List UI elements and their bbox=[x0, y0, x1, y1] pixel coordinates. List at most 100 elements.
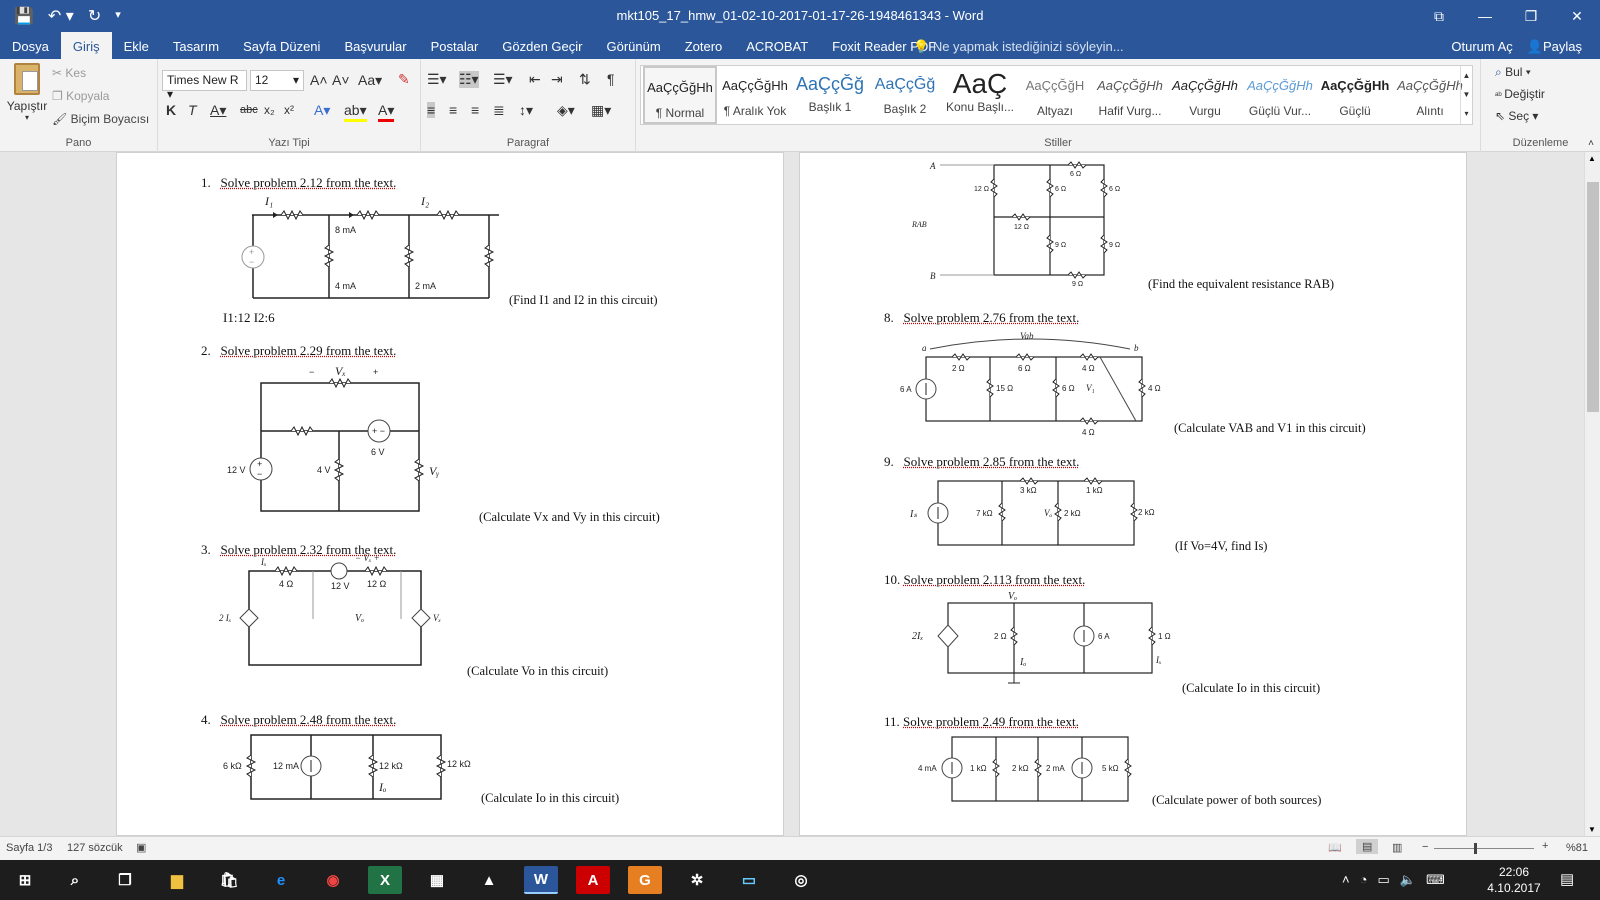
text-effects-icon[interactable]: A▾ bbox=[314, 102, 330, 119]
style-title[interactable]: AaÇ Konu Başlı... bbox=[943, 66, 1017, 124]
minimize-button[interactable]: — bbox=[1462, 0, 1508, 32]
zoom-in-button[interactable]: + bbox=[1542, 840, 1548, 852]
decrease-indent-icon[interactable]: ⇤ bbox=[529, 71, 541, 88]
grow-font-icon[interactable]: A˄ bbox=[310, 72, 328, 88]
align-right-icon[interactable]: ≡ bbox=[471, 102, 479, 118]
word-count[interactable]: 127 sözcük bbox=[67, 842, 123, 854]
style-strong[interactable]: AaÇçĞğHh Güçlü bbox=[1318, 66, 1392, 124]
tab-giris[interactable]: Giriş bbox=[60, 32, 112, 59]
tab-zotero[interactable]: Zotero bbox=[673, 32, 735, 59]
highlight-icon[interactable]: ab▾ bbox=[344, 102, 367, 122]
style-no-spacing[interactable]: AaÇçĞğHh ¶ Aralık Yok bbox=[718, 66, 792, 124]
shrink-font-icon[interactable]: A˅ bbox=[332, 72, 350, 88]
find-button[interactable]: ⌕ Bul ▾ bbox=[1495, 65, 1531, 80]
collapse-ribbon-icon[interactable]: ˄ bbox=[1588, 138, 1594, 149]
select-button[interactable]: ⇖ Seç ▾ bbox=[1495, 109, 1538, 123]
photos-icon[interactable]: ▲ bbox=[472, 866, 506, 894]
format-painter-button[interactable]: 🖌 Biçim Boyacısı bbox=[52, 112, 149, 126]
tab-dosya[interactable]: Dosya bbox=[0, 32, 61, 59]
tab-gorunum[interactable]: Görünüm bbox=[594, 32, 672, 59]
superscript-icon[interactable]: x² bbox=[284, 103, 294, 117]
style-heading-1[interactable]: AaÇçĞğ Başlık 1 bbox=[793, 66, 867, 124]
style-emphasis[interactable]: AaÇçĞğHh Vurgu bbox=[1168, 66, 1242, 124]
notifications-icon[interactable]: ▤ bbox=[1560, 870, 1574, 888]
zoom-slider[interactable] bbox=[1434, 848, 1534, 849]
style-quote[interactable]: AaÇçĞğHh Alıntı bbox=[1393, 66, 1467, 124]
zoom-level[interactable]: %81 bbox=[1566, 842, 1588, 854]
underline-icon[interactable]: A▾ bbox=[210, 102, 226, 119]
acrobat-icon[interactable]: A bbox=[576, 866, 610, 894]
media-icon[interactable]: ◎ bbox=[784, 866, 818, 894]
tab-basvurular[interactable]: Başvurular bbox=[332, 32, 418, 59]
edge-icon[interactable]: e bbox=[264, 866, 298, 894]
clear-format-icon[interactable]: ✎ bbox=[398, 71, 410, 88]
windows-start-icon[interactable]: ⊞ bbox=[8, 866, 42, 894]
tell-me-box[interactable]: 💡 Ne yapmak istediğinizi söyleyin... bbox=[913, 39, 1124, 55]
sort-icon[interactable]: ⇅ bbox=[579, 71, 591, 88]
chrome-icon[interactable]: ◉ bbox=[316, 866, 350, 894]
style-subtle-emphasis[interactable]: AaÇçĞğHh Hafif Vurg... bbox=[1093, 66, 1167, 124]
style-normal[interactable]: AaÇçĞğHh ¶ Normal bbox=[643, 66, 717, 124]
tab-postalar[interactable]: Postalar bbox=[419, 32, 491, 59]
strikethrough-icon[interactable]: abc bbox=[240, 104, 258, 116]
zoom-slider-thumb[interactable] bbox=[1474, 843, 1477, 854]
italic-icon[interactable]: T bbox=[188, 102, 197, 118]
chevron-up-icon[interactable]: ˄ bbox=[1342, 872, 1350, 888]
page-count[interactable]: Sayfa 1/3 bbox=[6, 842, 52, 854]
share-button[interactable]: 👤Paylaş bbox=[1527, 39, 1582, 55]
read-mode-icon[interactable]: 📖 bbox=[1328, 841, 1342, 854]
app-icon[interactable]: ✲ bbox=[680, 866, 714, 894]
page-left[interactable]: 1. Solve problem 2.12 from the text. + −… bbox=[116, 152, 784, 836]
increase-indent-icon[interactable]: ⇥ bbox=[551, 71, 563, 88]
vertical-scrollbar[interactable]: ▲ ▼ bbox=[1584, 152, 1600, 836]
scroll-down-icon[interactable]: ▼ bbox=[1588, 825, 1596, 834]
style-intense-emphasis[interactable]: AaÇçĞğHh Güçlü Vur... bbox=[1243, 66, 1317, 124]
tab-acrobat[interactable]: ACROBAT bbox=[734, 32, 820, 59]
font-color-icon[interactable]: A▾ bbox=[378, 102, 395, 122]
subscript-icon[interactable]: x₂ bbox=[264, 103, 275, 117]
ribbon-display-icon[interactable]: ⧉ bbox=[1416, 0, 1462, 32]
restore-button[interactable]: ❐ bbox=[1508, 0, 1554, 32]
borders-icon[interactable]: ▦▾ bbox=[591, 102, 611, 119]
paste-button[interactable]: Yapıştır ▾ bbox=[6, 63, 48, 122]
calculator-icon[interactable]: ▦ bbox=[420, 866, 454, 894]
line-spacing-icon[interactable]: ↕▾ bbox=[519, 102, 533, 119]
cut-button[interactable]: ✂ Kes bbox=[52, 66, 86, 80]
tab-tasarim[interactable]: Tasarım bbox=[161, 32, 231, 59]
sign-in-link[interactable]: Oturum Aç bbox=[1451, 39, 1512, 55]
replace-button[interactable]: ᵃᵇ Değiştir bbox=[1495, 87, 1545, 101]
align-left-icon[interactable]: ≡ bbox=[427, 102, 436, 118]
page-right[interactable]: A B RAB 6 Ω 12 Ω 6 Ω 6 Ω 12 Ω 9 Ω 9 Ω 9 … bbox=[799, 152, 1467, 836]
store-icon[interactable]: 🛍 bbox=[212, 866, 246, 894]
clock[interactable]: 22:06 4.10.2017 bbox=[1484, 864, 1544, 896]
change-case-icon[interactable]: Aa▾ bbox=[358, 72, 382, 89]
bold-icon[interactable]: K bbox=[166, 102, 176, 118]
pilcrow-icon[interactable]: ¶ bbox=[607, 71, 615, 87]
font-size-select[interactable]: 12 ▾ bbox=[250, 70, 304, 91]
style-heading-2[interactable]: AaÇçĞğ Başlık 2 bbox=[868, 66, 942, 124]
file-explorer-icon[interactable]: ▆ bbox=[160, 866, 194, 894]
remote-desktop-icon[interactable]: ▭ bbox=[732, 866, 766, 894]
numbering-icon[interactable]: ☷▾ bbox=[459, 71, 479, 88]
word-icon[interactable]: W bbox=[524, 866, 558, 894]
multilevel-list-icon[interactable]: ☰▾ bbox=[493, 71, 513, 88]
web-layout-icon[interactable]: ▥ bbox=[1392, 841, 1402, 854]
tab-gozden-gecir[interactable]: Gözden Geçir bbox=[490, 32, 594, 59]
align-center-icon[interactable]: ≡ bbox=[449, 102, 457, 118]
copy-button[interactable]: ❐ Kopyala bbox=[52, 89, 109, 103]
scroll-up-icon[interactable]: ▲ bbox=[1588, 154, 1596, 163]
bullets-icon[interactable]: ☰▾ bbox=[427, 71, 447, 88]
font-name-select[interactable]: Times New R ▾ bbox=[162, 70, 247, 101]
scrollbar-thumb[interactable] bbox=[1587, 182, 1599, 412]
proofing-icon[interactable]: ▣ bbox=[136, 841, 146, 854]
shading-icon[interactable]: ◈▾ bbox=[557, 102, 575, 119]
print-layout-icon[interactable]: ▤ bbox=[1356, 839, 1379, 854]
close-button[interactable]: ✕ bbox=[1554, 0, 1600, 32]
justify-icon[interactable]: ≣ bbox=[493, 102, 505, 119]
tab-sayfa-duzeni[interactable]: Sayfa Düzeni bbox=[231, 32, 332, 59]
volume-icon[interactable]: 🔈 bbox=[1400, 872, 1416, 888]
foxit-icon[interactable]: G bbox=[628, 866, 662, 894]
task-view-icon[interactable]: ❐ bbox=[108, 866, 142, 894]
tab-ekle[interactable]: Ekle bbox=[112, 32, 161, 59]
search-icon[interactable]: ⌕ bbox=[58, 866, 92, 894]
